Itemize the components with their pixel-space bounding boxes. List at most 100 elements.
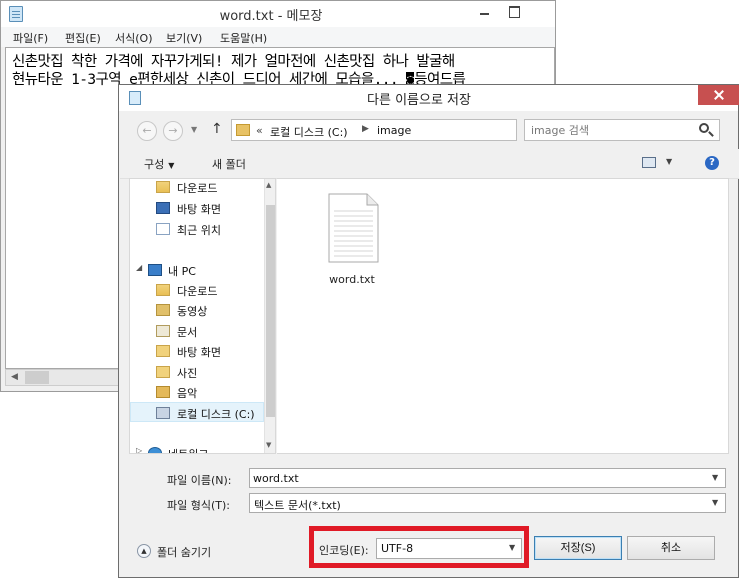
notepad-title: word.txt - 메모장 (219, 9, 323, 24)
notepad-titlebar[interactable]: word.txt - 메모장 (1, 1, 555, 27)
nav-item-downloads[interactable]: 다운로드 (130, 179, 264, 197)
breadcrumb-item[interactable]: 로컬 디스크 (C:) (270, 124, 348, 140)
file-item[interactable]: word.txt (313, 193, 391, 293)
vertical-scrollbar[interactable]: ▲ ▼ (264, 179, 275, 453)
organize-button[interactable]: 구성 ▼ (144, 156, 174, 172)
chevron-down-icon: ▼ (168, 161, 175, 170)
dialog-title: 다른 이름으로 저장 (367, 93, 471, 108)
menu-format[interactable]: 서식(O) (115, 30, 152, 46)
nav-item-label: 다운로드 (177, 182, 218, 195)
nav-item-label: 음악 (177, 387, 198, 400)
close-icon[interactable] (698, 85, 739, 105)
nav-item-label: 로컬 디스크 (C:) (177, 408, 255, 421)
recent-places-icon (156, 223, 170, 235)
scrollbar-thumb[interactable] (266, 205, 275, 417)
nav-item-recent[interactable]: 최근 위치 (130, 219, 264, 239)
chevron-down-icon[interactable]: ▼ (712, 498, 718, 507)
nav-item-pictures[interactable]: 사진 (130, 362, 264, 382)
nav-item-pc-desktop[interactable]: 바탕 화면 (130, 341, 264, 361)
notepad-menubar: 파일(F) 편집(E) 서식(O) 보기(V) 도움말(H) (1, 27, 555, 47)
encoding-value: UTF-8 (381, 542, 414, 555)
nav-item-label: 사진 (177, 367, 198, 380)
nav-item-label: 다운로드 (177, 285, 218, 298)
encoding-select[interactable]: UTF-8 ▼ (376, 538, 522, 559)
nav-item-videos[interactable]: 동영상 (130, 300, 264, 320)
chevron-down-icon[interactable]: ▼ (712, 473, 718, 482)
nav-item-network[interactable]: ▷ 네트워크 (130, 443, 264, 453)
folder-icon (236, 124, 250, 136)
music-folder-icon (156, 386, 170, 398)
nav-item-label: 바탕 화면 (177, 346, 221, 359)
nav-item-label: 최근 위치 (177, 224, 221, 237)
filename-combobox[interactable]: ▼ (249, 468, 726, 488)
scroll-left-icon[interactable]: ◀ (6, 370, 23, 385)
breadcrumb-overflow[interactable]: « (256, 124, 263, 137)
file-list[interactable]: word.txt (277, 178, 729, 454)
menu-edit[interactable]: 편집(E) (65, 30, 101, 46)
nav-item-documents[interactable]: 문서 (130, 321, 264, 341)
breadcrumb-item[interactable]: image (377, 124, 411, 137)
nav-item-pc-downloads[interactable]: 다운로드 (130, 280, 264, 300)
save-button[interactable]: 저장(S) (534, 536, 622, 560)
network-icon (148, 447, 162, 453)
nav-item-local-disk[interactable]: 로컬 디스크 (C:) (130, 402, 264, 422)
cancel-button[interactable]: 취소 (627, 536, 715, 560)
back-arrow-icon[interactable]: ← (137, 121, 157, 141)
text-file-icon (328, 193, 379, 263)
expand-icon[interactable]: ▷ (136, 446, 142, 453)
documents-folder-icon (156, 325, 170, 337)
scroll-down-icon[interactable]: ▼ (266, 441, 271, 449)
up-arrow-icon[interactable]: ↑ (211, 121, 223, 137)
search-icon[interactable] (699, 123, 709, 133)
chevron-down-icon[interactable]: ▼ (509, 543, 515, 552)
desktop-icon (156, 202, 170, 214)
minimize-icon[interactable] (471, 1, 497, 23)
expand-icon[interactable]: ◢ (136, 263, 142, 272)
address-bar[interactable]: « 로컬 디스크 (C:) ▶ image ▼ ↻ (231, 119, 615, 141)
nav-item-label: 문서 (177, 326, 198, 339)
help-icon[interactable]: ? (705, 156, 719, 170)
forward-arrow-icon[interactable]: → (163, 121, 183, 141)
desktop-folder-icon (156, 345, 170, 357)
breadcrumb-separator-icon[interactable]: ▶ (362, 124, 369, 134)
pictures-folder-icon (156, 366, 170, 378)
new-folder-button[interactable]: 새 폴더 (212, 156, 246, 172)
nav-item-desktop[interactable]: 바탕 화면 (130, 198, 264, 218)
filetype-value: 텍스트 문서(*.txt) (254, 499, 341, 512)
menu-help[interactable]: 도움말(H) (220, 30, 267, 46)
chevron-up-icon: ▲ (137, 544, 151, 558)
download-folder-icon (156, 181, 170, 193)
computer-icon (148, 264, 162, 276)
filename-input[interactable] (253, 470, 693, 486)
organize-label: 구성 (144, 158, 165, 171)
download-folder-icon (156, 284, 170, 296)
nav-item-label: 동영상 (177, 305, 208, 318)
nav-item-music[interactable]: 음악 (130, 382, 264, 402)
local-disk-icon (156, 407, 170, 419)
menu-file[interactable]: 파일(F) (13, 30, 48, 46)
chevron-down-icon[interactable]: ▼ (191, 125, 197, 134)
file-name: word.txt (329, 273, 375, 286)
filename-label: 파일 이름(N): (167, 474, 232, 487)
scrollbar-thumb[interactable] (25, 371, 49, 384)
nav-item-this-pc[interactable]: ◢ 내 PC (130, 260, 264, 280)
chevron-down-icon[interactable]: ▼ (666, 157, 672, 166)
save-as-dialog: 다른 이름으로 저장 ← → ▼ ↑ « 로컬 디스크 (C:) ▶ image… (118, 84, 739, 578)
dialog-toolbar: 구성 ▼ 새 폴더 ▼ ? (120, 149, 739, 179)
menu-view[interactable]: 보기(V) (166, 30, 202, 46)
videos-folder-icon (156, 304, 170, 316)
maximize-icon[interactable] (501, 1, 527, 23)
nav-item-label: 내 PC (168, 265, 196, 278)
scroll-up-icon[interactable]: ▲ (266, 181, 271, 189)
search-input[interactable] (531, 122, 691, 138)
view-options-icon[interactable] (642, 157, 656, 168)
nav-item-label: 바탕 화면 (177, 203, 221, 216)
navigation-pane: 다운로드 바탕 화면 최근 위치 ◢ 내 PC 다운로드 동영상 문서 바탕 화… (129, 178, 276, 454)
search-box[interactable] (524, 119, 720, 141)
hide-folders-label: 폴더 숨기기 (157, 546, 212, 559)
nav-item-label: 네트워크 (168, 446, 208, 453)
dialog-titlebar[interactable]: 다른 이름으로 저장 (119, 85, 739, 111)
filetype-select[interactable]: 텍스트 문서(*.txt) ▼ (249, 493, 726, 513)
filetype-label: 파일 형식(T): (167, 499, 230, 512)
encoding-label: 인코딩(E): (319, 544, 369, 557)
